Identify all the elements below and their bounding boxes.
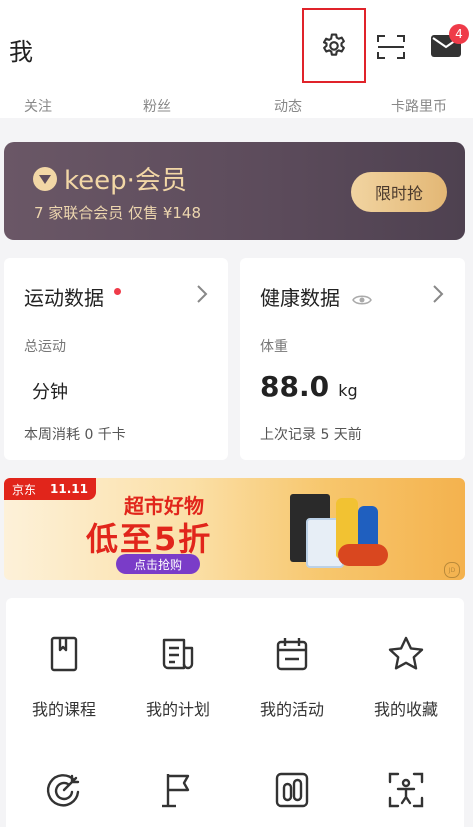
scan-button[interactable] [370,26,412,68]
sports-card-title: 运动数据 [24,282,122,311]
weight-value: 88.0 [260,370,330,403]
grid-item-label: 我的收藏 [373,700,438,719]
health-card-title-text: 健康数据 [260,286,340,310]
page-title: 我 [9,38,33,66]
body-scan-icon [388,772,424,808]
sports-card-label: 总运动 [24,339,66,355]
keep-vip-logo: keep·会员 [32,160,187,197]
plan-icon [162,638,194,670]
banner-cta-button[interactable]: 点击抢购 [116,554,200,574]
product-crab [338,544,388,566]
grid-item-goals[interactable] [7,770,121,814]
stat-followers[interactable]: 粉丝 [143,96,171,116]
stat-following[interactable]: 关注 [24,96,52,116]
chevron-right-icon [433,285,444,303]
sports-card-title-text: 运动数据 [24,286,104,310]
grid-item-activities[interactable]: 我的活动 [235,634,349,720]
notification-badge: 4 [449,24,469,44]
feature-grid: 我的课程 我的计划 我的活动 我的收藏 [6,598,464,827]
keep-logo-icon [33,166,57,191]
scan-icon [377,35,405,59]
calendar-icon [276,638,308,671]
top-bar: 我 4 关注 粉丝 动态 卡路里币 [0,0,473,118]
event-text: 11.11 [50,482,88,496]
stats-row: 关注 粉丝 动态 卡路里币 [0,96,473,116]
grid-item-challenges[interactable] [121,770,235,814]
book-icon [50,636,78,672]
flag-icon [162,774,190,808]
grid-item-label: 我的课程 [31,700,96,719]
grid-item-label: 我的活动 [259,700,324,719]
grid-item-favorites[interactable]: 我的收藏 [349,634,463,720]
vip-subtitle: 7 家联合会员 仅售 ¥148 [34,204,202,222]
weight-unit: kg [338,381,358,400]
vip-logo-text: keep·会员 [64,166,187,196]
gear-icon [322,32,345,56]
jd-promo-banner[interactable]: 京东 11.11 超市好物 低至5折 点击抢购 JD [4,478,465,580]
vip-banner[interactable]: keep·会员 7 家联合会员 仅售 ¥148 限时抢 [4,142,465,240]
red-dot-indicator [114,288,122,295]
grid-item-plans[interactable]: 我的计划 [121,634,235,720]
grid-item-courses[interactable]: 我的课程 [7,634,121,720]
sports-card-footer: 本周消耗 0 千卡 [24,427,126,443]
health-card-footer: 上次记录 5 天前 [260,427,362,443]
jd-corner-logo: JD [444,562,460,578]
sports-card-value: 分钟 [32,382,68,403]
grid-item-devices[interactable] [235,770,349,814]
weight-readout: 88.0 kg [260,370,358,403]
sports-data-card[interactable]: 运动数据 总运动 分钟 本周消耗 0 千卡 [4,258,228,460]
eye-icon[interactable] [352,293,373,307]
jd-brand-tag: 京东 11.11 [4,478,96,500]
stat-calorie-coins[interactable]: 卡路里币 [391,96,447,116]
stat-posts[interactable]: 动态 [274,96,302,116]
grid-item-label: 我的计划 [145,700,210,719]
health-card-label: 体重 [260,339,288,355]
chevron-right-icon [197,285,208,303]
vip-buy-button[interactable]: 限时抢 [351,172,447,212]
jd-brand-text: 京东 [12,482,37,497]
health-data-card[interactable]: 健康数据 体重 88.0 kg 上次记录 5 天前 [240,258,465,460]
settings-button[interactable] [302,8,366,83]
grid-item-body-scan[interactable] [349,770,463,814]
devices-icon [275,772,309,808]
star-icon [388,636,424,670]
target-icon [46,774,80,807]
health-card-title: 健康数据 [260,282,373,311]
